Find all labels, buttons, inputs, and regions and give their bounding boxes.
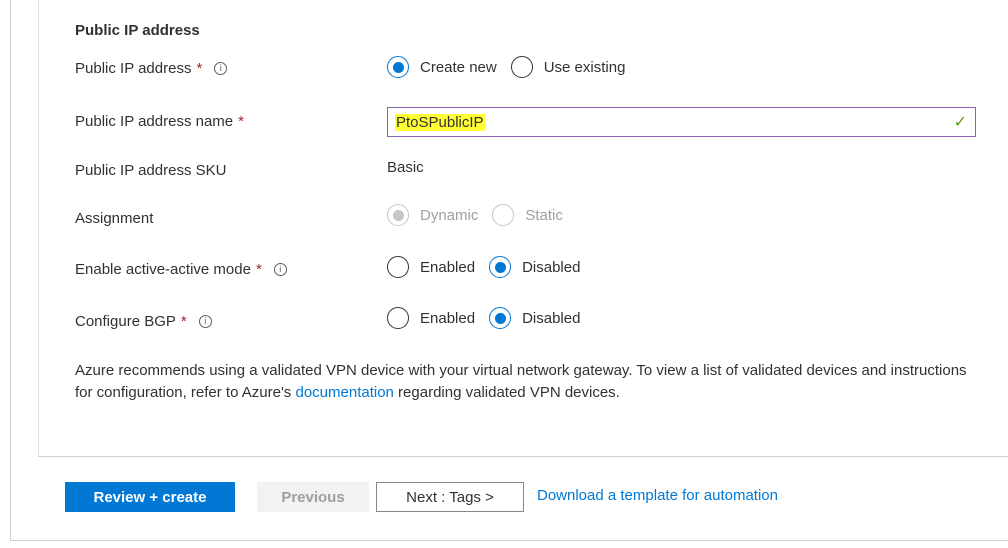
radio-create-new[interactable]: Create new bbox=[387, 56, 497, 78]
radio-dynamic: Dynamic bbox=[387, 204, 478, 226]
left-divider bbox=[38, 0, 39, 456]
ip-name-label: Public IP address name bbox=[75, 113, 234, 130]
vpn-recommendation-note: Azure recommends using a validated VPN d… bbox=[75, 360, 975, 404]
radio-unselected-icon[interactable] bbox=[387, 307, 409, 329]
ip-name-input[interactable]: PtoSPublicIP ✓ bbox=[387, 107, 976, 137]
sku-value: Basic bbox=[387, 159, 424, 176]
public-ip-label-row: Public IP address * i bbox=[75, 60, 228, 77]
radio-selected-icon[interactable] bbox=[387, 56, 409, 78]
note-text-after: regarding validated VPN devices. bbox=[393, 384, 620, 401]
radio-selected-disabled-icon bbox=[387, 204, 409, 226]
radio-active-disabled[interactable]: Disabled bbox=[489, 256, 580, 278]
required-marker: * bbox=[180, 313, 187, 330]
info-icon[interactable]: i bbox=[214, 62, 228, 75]
section-title: Public IP address bbox=[75, 22, 200, 39]
bgp-label-row: Configure BGP * i bbox=[75, 313, 212, 330]
documentation-link[interactable]: documentation bbox=[295, 384, 393, 401]
radio-label-enabled: Enabled bbox=[420, 309, 476, 327]
assignment-label-row: Assignment bbox=[75, 210, 153, 227]
radio-label-create-new: Create new bbox=[420, 58, 497, 76]
sku-label-row: Public IP address SKU bbox=[75, 162, 226, 179]
bgp-radio-group: Enabled Disabled bbox=[387, 307, 594, 329]
public-ip-radio-group: Create new Use existing bbox=[387, 56, 639, 78]
radio-unselected-icon[interactable] bbox=[510, 56, 533, 78]
review-create-button[interactable]: Review + create bbox=[65, 482, 235, 512]
radio-static: Static bbox=[492, 204, 563, 226]
active-active-label-row: Enable active-active mode * i bbox=[75, 261, 287, 278]
radio-bgp-disabled[interactable]: Disabled bbox=[489, 307, 580, 329]
radio-label-disabled: Disabled bbox=[522, 309, 581, 327]
valid-check-icon: ✓ bbox=[953, 114, 967, 131]
public-ip-label: Public IP address bbox=[75, 60, 192, 77]
assignment-label: Assignment bbox=[75, 210, 154, 227]
footer-divider bbox=[38, 456, 1008, 457]
download-template-link[interactable]: Download a template for automation bbox=[537, 487, 778, 504]
radio-selected-icon[interactable] bbox=[489, 307, 512, 329]
radio-label-disabled: Disabled bbox=[522, 258, 581, 276]
radio-bgp-enabled[interactable]: Enabled bbox=[387, 307, 475, 329]
radio-unselected-icon[interactable] bbox=[387, 256, 409, 278]
radio-label-static: Static bbox=[525, 206, 563, 224]
next-tags-button[interactable]: Next : Tags > bbox=[376, 482, 524, 512]
required-marker: * bbox=[238, 113, 244, 130]
ip-name-value: PtoSPublicIP bbox=[395, 113, 485, 131]
info-icon[interactable]: i bbox=[198, 315, 212, 328]
active-active-radio-group: Enabled Disabled bbox=[387, 256, 594, 278]
active-active-label: Enable active-active mode bbox=[75, 261, 251, 278]
radio-label-enabled: Enabled bbox=[420, 258, 476, 276]
required-marker: * bbox=[255, 261, 262, 278]
bgp-label: Configure BGP bbox=[75, 313, 176, 330]
radio-selected-icon[interactable] bbox=[489, 256, 512, 278]
radio-use-existing[interactable]: Use existing bbox=[510, 56, 626, 78]
required-marker: * bbox=[196, 60, 203, 77]
radio-label-dynamic: Dynamic bbox=[420, 206, 479, 224]
sku-label: Public IP address SKU bbox=[75, 162, 227, 179]
info-icon[interactable]: i bbox=[273, 263, 287, 276]
radio-label-use-existing: Use existing bbox=[543, 58, 626, 76]
radio-unselected-disabled-icon bbox=[492, 204, 515, 226]
assignment-radio-group: Dynamic Static bbox=[387, 204, 577, 226]
ip-name-label-row: Public IP address name * bbox=[75, 113, 244, 130]
previous-button: Previous bbox=[257, 482, 369, 512]
radio-active-enabled[interactable]: Enabled bbox=[387, 256, 475, 278]
